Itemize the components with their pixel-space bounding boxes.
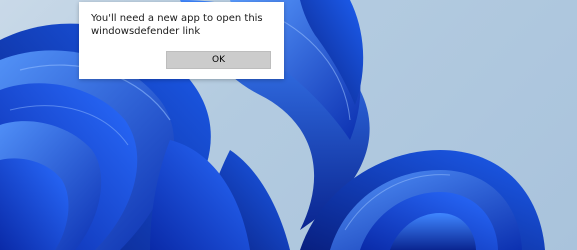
desktop: You'll need a new app to open this windo… [0,0,577,250]
dialog-message: You'll need a new app to open this windo… [91,13,263,37]
open-with-dialog: You'll need a new app to open this windo… [79,2,284,79]
ok-button[interactable]: OK [166,51,271,69]
